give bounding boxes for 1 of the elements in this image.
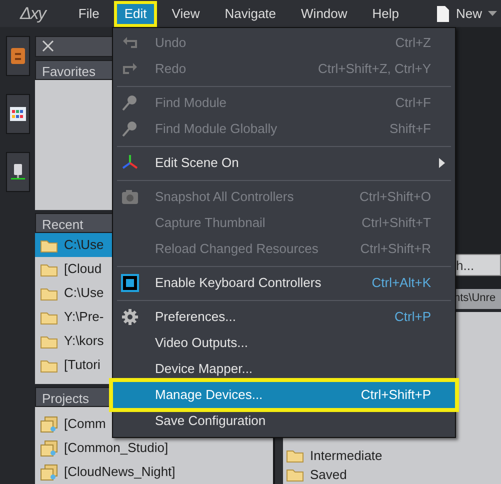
app-logo: Δxy — [20, 2, 46, 25]
